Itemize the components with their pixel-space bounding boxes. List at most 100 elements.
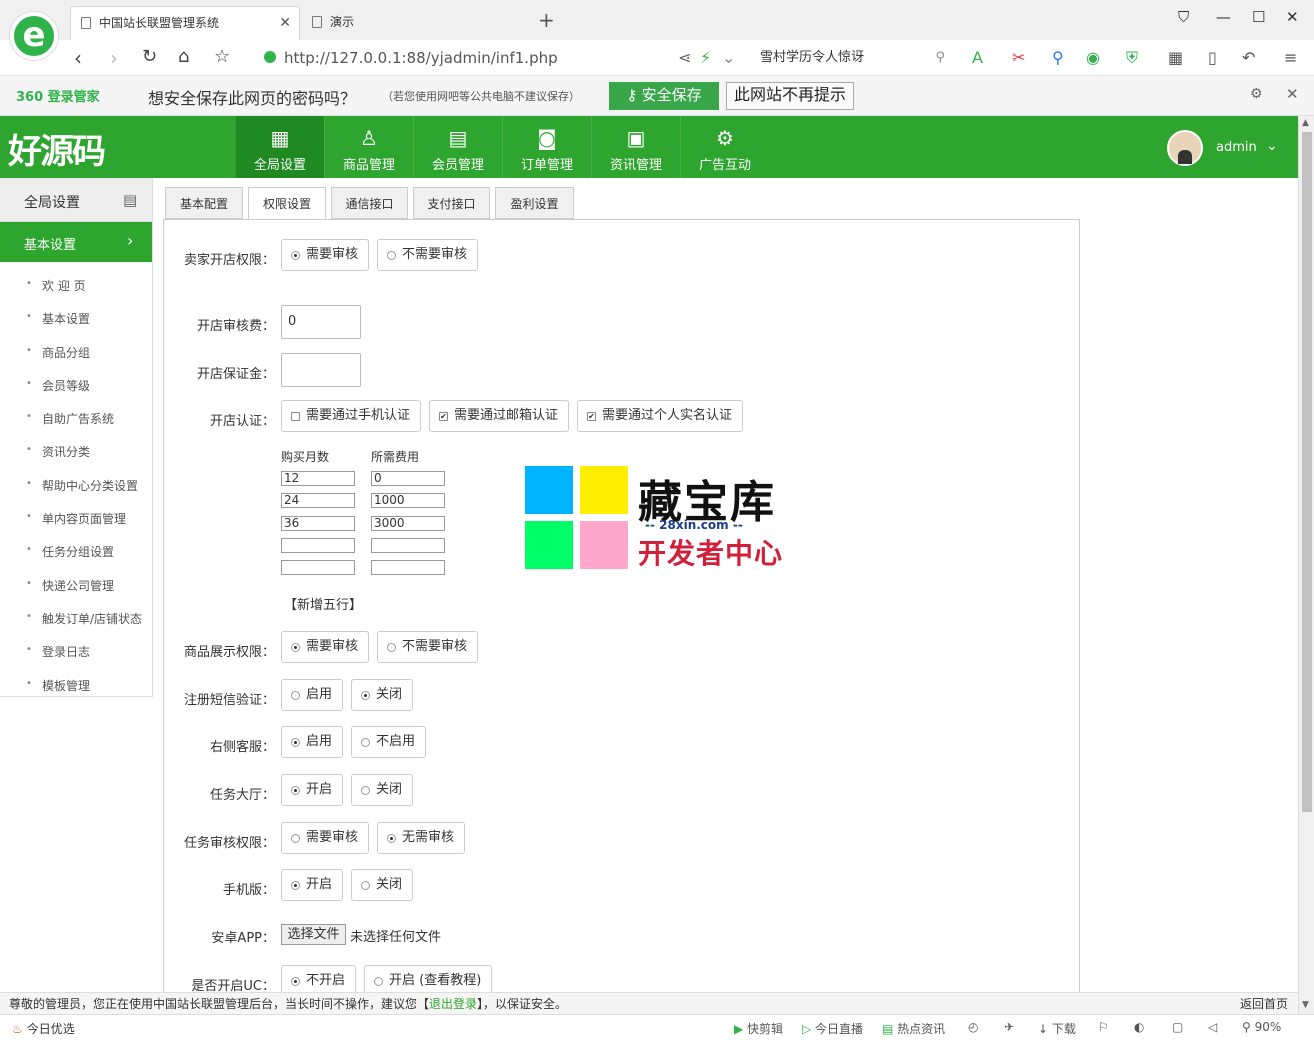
radio-option[interactable]: 启用 [281, 679, 344, 711]
speedup-icon[interactable]: ◴ [968, 1020, 978, 1034]
sidebar-item[interactable]: • 基本设置 [0, 301, 152, 334]
sidebar-item[interactable]: • 资讯分类 [0, 434, 152, 467]
sidebar-item[interactable]: • 帮助中心分类设置 [0, 468, 152, 501]
checkbox-option[interactable]: ✔ 需要通过邮箱认证 [429, 400, 570, 432]
checkbox-option[interactable]: 需要通过手机认证 [281, 400, 422, 432]
apps-icon[interactable]: ▦ [1168, 48, 1183, 67]
close-icon[interactable]: ✕ [1286, 85, 1299, 103]
find-icon[interactable]: ⚲ [1052, 48, 1064, 67]
sidebar-item[interactable]: • 登录日志 [0, 634, 152, 667]
search-icon[interactable]: ⚲ [935, 46, 945, 70]
scrollbar-thumb[interactable] [1302, 132, 1312, 812]
ie-icon[interactable]: ◐ [1134, 1020, 1144, 1034]
nav-global-settings[interactable]: ▦ 全局设置 [235, 116, 324, 178]
calendar-icon[interactable]: ▤ [123, 191, 137, 209]
tab-basic-config[interactable]: 基本配置 [165, 187, 243, 219]
nav-product-management[interactable]: ♙ 商品管理 [324, 116, 413, 178]
logout-link[interactable]: 退出登录 [429, 997, 477, 1011]
radio-option[interactable]: 开启 [281, 869, 344, 901]
speaker-icon[interactable]: ◁ [1208, 1020, 1217, 1034]
tab-permission-settings[interactable]: 权限设置 [248, 187, 326, 220]
pin-icon[interactable]: ✈ [1004, 1020, 1014, 1034]
admin-username[interactable]: admin [1216, 140, 1257, 155]
months-input[interactable]: 12 [281, 471, 355, 486]
minimize-icon[interactable]: — [1216, 8, 1231, 26]
checkbox-option[interactable]: ✔ 需要通过个人实名认证 [577, 400, 744, 432]
sidebar-item[interactable]: • 商品分组 [0, 335, 152, 368]
download[interactable]: ↓ 下载 [1038, 1020, 1076, 1037]
choose-file-button[interactable]: 选择文件 [281, 924, 346, 945]
radio-option[interactable]: 不需要审核 [377, 239, 479, 271]
radio-option[interactable]: 关闭 [351, 679, 414, 711]
fee-input[interactable]: 0 [371, 471, 445, 486]
sidebar-item-basic-settings-active[interactable]: 基本设置 › [0, 222, 152, 262]
hot-news[interactable]: ▤ 热点资讯 [882, 1020, 945, 1037]
nav-ad-interaction[interactable]: ⚙ 广告互动 [680, 116, 769, 178]
radio-option[interactable]: 无需审核 [377, 822, 466, 854]
months-input[interactable] [281, 560, 355, 575]
months-input[interactable] [281, 538, 355, 553]
chevron-down-icon[interactable]: ⌄ [1266, 138, 1278, 154]
zoom[interactable]: ⚲ 90% [1242, 1020, 1281, 1034]
window-close-icon[interactable]: ✕ [1286, 8, 1299, 26]
window-icon[interactable]: ▢ [1172, 1020, 1183, 1034]
never-prompt-button[interactable]: 此网站不再提示 [726, 82, 854, 110]
url-input[interactable]: http://127.0.0.1:88/yjadmin/inf1.php [262, 46, 742, 70]
deposit-input[interactable] [281, 353, 361, 387]
scissors-icon[interactable]: ✂ [1012, 48, 1025, 67]
gear-icon[interactable]: ⚙ [1250, 86, 1263, 102]
phone-icon[interactable]: ▯ [1208, 48, 1217, 67]
nav-order-management[interactable]: ◙ 订单管理 [502, 116, 591, 178]
radio-option[interactable]: 需要审核 [281, 239, 370, 271]
chevron-down-icon[interactable]: ⌄ [722, 48, 735, 67]
tab-communication[interactable]: 通信接口 [331, 187, 408, 219]
nav-news-management[interactable]: ▣ 资讯管理 [591, 116, 680, 178]
tab-payment[interactable]: 支付接口 [413, 187, 490, 219]
radio-option[interactable]: 不启用 [351, 726, 427, 758]
sidebar-item[interactable]: • 触发订单/店铺状态 [0, 601, 152, 634]
flag-icon[interactable]: ⚐ [1098, 1020, 1109, 1034]
sidebar-item[interactable]: • 欢 迎 页 [0, 268, 152, 301]
lightning-icon[interactable]: ⚡ [700, 48, 711, 67]
add-five-rows-link[interactable]: 【新增五行】 [284, 594, 362, 613]
sidebar-item[interactable]: • 快递公司管理 [0, 568, 152, 601]
fee-input[interactable] [371, 538, 445, 553]
sidebar-item[interactable]: • 自助广告系统 [0, 401, 152, 434]
back-home-link[interactable]: 返回首页 [1240, 994, 1288, 1014]
fee-input[interactable]: 1000 [371, 493, 445, 508]
browser-tab-active[interactable]: 中国站长联盟管理系统 ✕ [70, 6, 300, 40]
refresh-icon[interactable]: ↻ [142, 46, 157, 67]
forward-icon[interactable]: › [110, 46, 118, 70]
radio-option[interactable]: 需要审核 [281, 631, 370, 663]
scroll-down-icon[interactable]: ▼ [1302, 1000, 1309, 1010]
fee-input[interactable]: 3000 [371, 516, 445, 531]
menu-icon[interactable]: ≡ [1284, 48, 1297, 67]
home-icon[interactable]: ⌂ [178, 46, 189, 67]
fee-input[interactable] [371, 560, 445, 575]
shield-icon[interactable]: ⛨ [1126, 48, 1138, 68]
radio-option[interactable]: 关闭 [351, 774, 414, 806]
months-input[interactable]: 36 [281, 516, 355, 531]
back-icon[interactable]: ‹ [74, 46, 82, 70]
sidebar-item[interactable]: • 任务分组设置 [0, 534, 152, 567]
avatar[interactable] [1167, 130, 1203, 166]
nav-member-management[interactable]: ▤ 会员管理 [413, 116, 502, 178]
share-icon[interactable]: ⋖ [678, 48, 691, 67]
maximize-icon[interactable]: ☐ [1252, 8, 1265, 26]
new-tab-icon[interactable]: + [538, 8, 555, 32]
sidebar-item[interactable]: • 模板管理 [0, 668, 152, 701]
radio-option[interactable]: 开启 [281, 774, 344, 806]
radio-option[interactable]: 不需要审核 [377, 631, 479, 663]
quick-clip[interactable]: ▶ 快剪辑 [734, 1020, 783, 1037]
sidebar-item[interactable]: • 单内容页面管理 [0, 501, 152, 534]
close-tab-icon[interactable]: ✕ [279, 7, 291, 39]
today-picks[interactable]: ♨ 今日优选 [12, 1020, 75, 1037]
game-icon[interactable]: ◉ [1086, 48, 1100, 67]
browser-tab-demo[interactable]: 演示 [302, 6, 502, 40]
tab-profit-settings[interactable]: 盈利设置 [495, 187, 574, 219]
scroll-up-icon[interactable]: ▲ [1302, 118, 1309, 128]
star-icon[interactable]: ☆ [214, 46, 230, 67]
radio-option[interactable]: 需要审核 [281, 822, 370, 854]
today-live[interactable]: ▷ 今日直播 [802, 1020, 863, 1037]
shirt-icon[interactable]: ⛉ [1178, 8, 1189, 26]
